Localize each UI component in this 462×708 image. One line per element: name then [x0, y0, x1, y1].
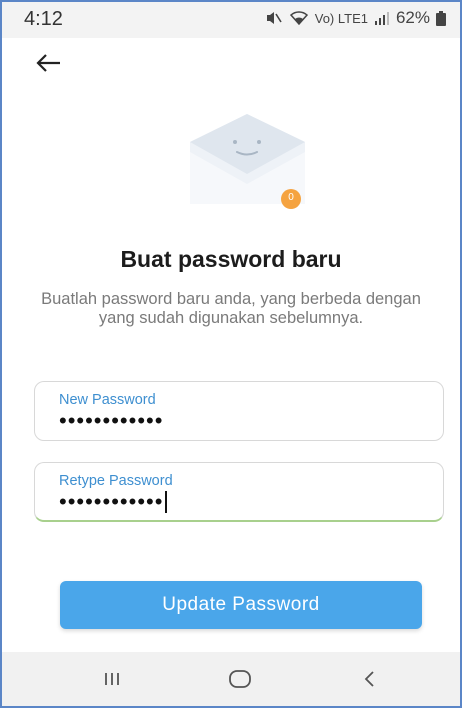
notification-badge: 0 [288, 192, 294, 203]
home-button[interactable] [220, 664, 260, 694]
recent-apps-button[interactable] [92, 664, 132, 694]
arrow-left-icon [36, 54, 60, 72]
page-subtitle: Buatlah password baru anda, yang berbeda… [41, 290, 421, 327]
phone-screen: 4:12 Vo) LTE1 62% 0 Buat password baru B… [0, 0, 462, 708]
new-password-field[interactable]: New Password •••••••••••• [34, 381, 444, 441]
retype-password-label: Retype Password [59, 473, 173, 489]
back-button[interactable] [34, 50, 70, 80]
home-icon [229, 670, 251, 688]
envelope-smile-icon: 0 [185, 112, 310, 217]
nav-back-button[interactable] [350, 664, 390, 694]
navigation-bar [2, 652, 460, 706]
retype-password-value: •••••••••••• [59, 489, 164, 514]
status-bar: 4:12 Vo) LTE1 62% [2, 2, 460, 38]
status-indicators: Vo) LTE1 62% [265, 8, 446, 28]
new-password-label: New Password [59, 392, 156, 408]
text-caret [165, 491, 168, 513]
chevron-left-icon [364, 671, 374, 687]
battery-percent: 62% [395, 8, 430, 27]
page-title: Buat password baru [120, 246, 342, 272]
status-time: 4:12 [24, 8, 63, 30]
wifi-icon [289, 11, 308, 26]
battery-icon [436, 10, 446, 26]
retype-password-input[interactable]: •••••••••••• [59, 489, 168, 514]
update-password-button[interactable]: Update Password [60, 581, 422, 629]
mute-icon [266, 12, 282, 24]
retype-password-field[interactable]: Retype Password •••••••••••• [34, 462, 444, 522]
new-password-value[interactable]: •••••••••••• [59, 410, 163, 432]
signal-icon [374, 12, 389, 25]
recent-apps-icon [105, 673, 119, 685]
network-type: Vo) LTE1 [314, 10, 368, 26]
